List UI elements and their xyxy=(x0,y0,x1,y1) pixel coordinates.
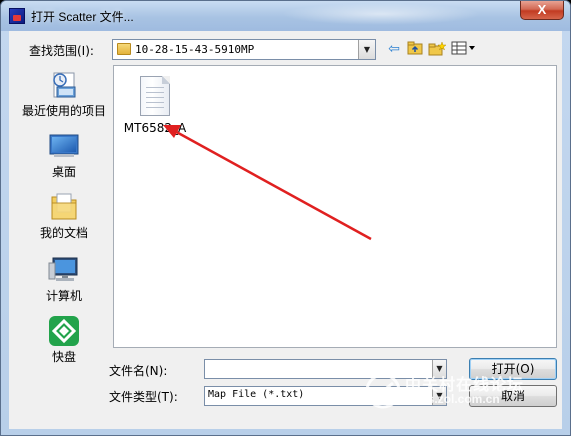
annotation-arrow-line xyxy=(170,127,372,241)
annotation-arrow-head xyxy=(163,125,181,138)
open-scatter-dialog: 打开 Scatter 文件... X 查找范围(I): 10-28-15-43-… xyxy=(0,0,571,436)
annotation-arrow xyxy=(163,125,372,241)
